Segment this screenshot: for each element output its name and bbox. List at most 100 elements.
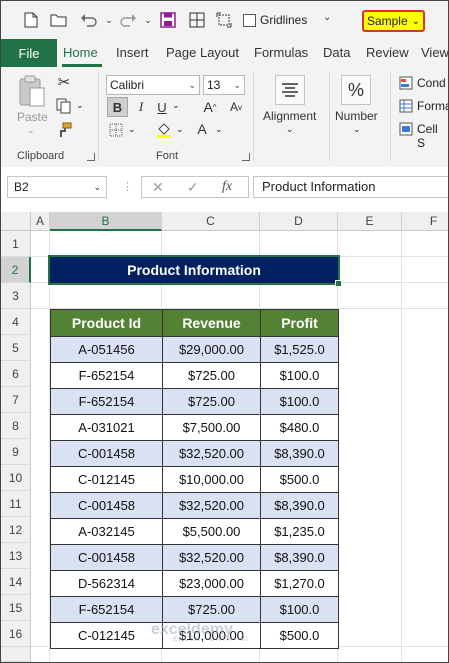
open-folder-icon[interactable] — [49, 10, 69, 30]
redo-dropdown-icon[interactable]: ⌄ — [138, 10, 158, 30]
italic-button[interactable]: I — [132, 97, 150, 117]
borders-icon[interactable] — [107, 121, 125, 139]
alignment-icon[interactable] — [275, 75, 305, 105]
profit-cell[interactable]: $500.0 — [260, 466, 339, 493]
cell-styles-label[interactable]: Cell S — [417, 122, 448, 150]
row-header-6[interactable]: 6 — [1, 361, 31, 387]
number-dropdown-icon[interactable]: ⌄ — [353, 124, 361, 135]
alignment-dropdown-icon[interactable]: ⌄ — [286, 124, 294, 135]
header-product-id[interactable]: Product Id — [50, 309, 163, 337]
tab-view[interactable]: View — [421, 45, 448, 60]
row-header-2[interactable]: 2 — [1, 257, 31, 283]
tab-insert[interactable]: Insert — [116, 45, 149, 60]
cell-styles-icon[interactable] — [398, 121, 414, 137]
row-header-16[interactable]: 16 — [1, 621, 31, 647]
tab-data[interactable]: Data — [323, 45, 350, 60]
revenue-cell[interactable]: $10,000.00 — [162, 466, 261, 493]
product-id-cell[interactable]: A-032145 — [50, 518, 163, 545]
product-id-cell[interactable]: F-652154 — [50, 596, 163, 623]
tab-home[interactable]: Home — [63, 45, 98, 60]
row-header-3[interactable]: 3 — [1, 283, 31, 309]
sample-button[interactable]: Sample ⌄ — [362, 10, 425, 32]
clipboard-launcher-icon[interactable] — [87, 153, 95, 161]
formula-bar-resize-icon[interactable]: ⋮ — [122, 180, 133, 193]
revenue-cell[interactable]: $725.00 — [162, 388, 261, 415]
profit-cell[interactable]: $100.0 — [260, 388, 339, 415]
font-launcher-icon[interactable] — [242, 153, 250, 161]
row-header-15[interactable]: 15 — [1, 595, 31, 621]
paste-label[interactable]: Paste — [17, 110, 48, 124]
profit-cell[interactable]: $8,390.0 — [260, 492, 339, 519]
row-header-7[interactable]: 7 — [1, 387, 31, 413]
revenue-cell[interactable]: $29,000.00 — [162, 336, 261, 363]
revenue-cell[interactable]: $23,000.00 — [162, 570, 261, 597]
profit-cell[interactable]: $480.0 — [260, 414, 339, 441]
row-header-12[interactable]: 12 — [1, 517, 31, 543]
formula-input[interactable]: Product Information — [253, 176, 448, 198]
underline-button[interactable]: U — [153, 97, 171, 117]
row-header-11[interactable]: 11 — [1, 491, 31, 517]
row-header-8[interactable]: 8 — [1, 413, 31, 439]
title-cell[interactable]: Product Information — [50, 257, 338, 283]
conditional-formatting-icon[interactable] — [398, 75, 414, 91]
row-header-13[interactable]: 13 — [1, 543, 31, 569]
revenue-cell[interactable]: $32,520.00 — [162, 492, 261, 519]
product-id-cell[interactable]: C-001458 — [50, 492, 163, 519]
cancel-icon[interactable]: ✕ — [152, 179, 164, 196]
profit-cell[interactable]: $8,390.0 — [260, 440, 339, 467]
font-color-icon[interactable]: A — [194, 119, 210, 139]
fill-color-icon[interactable] — [154, 121, 174, 139]
profit-cell[interactable]: $100.0 — [260, 596, 339, 623]
revenue-cell[interactable]: $725.00 — [162, 362, 261, 389]
product-id-cell[interactable]: A-031021 — [50, 414, 163, 441]
tab-formulas[interactable]: Formulas — [254, 45, 308, 60]
profit-cell[interactable]: $1,235.0 — [260, 518, 339, 545]
conditional-formatting-label[interactable]: Cond — [417, 76, 446, 90]
tab-page-layout[interactable]: Page Layout — [166, 45, 239, 60]
undo-icon[interactable] — [79, 10, 99, 30]
paste-dropdown-icon[interactable]: ⌄ — [27, 125, 35, 136]
tab-review[interactable]: Review — [366, 45, 409, 60]
paste-icon[interactable] — [15, 73, 49, 109]
column-header-f[interactable]: F — [402, 212, 448, 231]
borders-dropdown-icon[interactable]: ⌄ — [128, 124, 136, 135]
new-file-icon[interactable] — [21, 10, 41, 30]
undo-dropdown-icon[interactable]: ⌄ — [99, 10, 119, 30]
row-header-14[interactable]: 14 — [1, 569, 31, 595]
redo-icon[interactable] — [118, 10, 138, 30]
revenue-cell[interactable]: $5,500.00 — [162, 518, 261, 545]
tab-file[interactable]: File — [1, 39, 57, 67]
product-id-cell[interactable]: C-012145 — [50, 622, 163, 649]
grow-font-button[interactable]: A ^ — [201, 97, 219, 117]
cut-icon[interactable]: ✂ — [55, 73, 73, 91]
font-color-dropdown-icon[interactable]: ⌄ — [215, 124, 223, 135]
row-header-17[interactable] — [1, 647, 31, 662]
bold-button[interactable]: B — [107, 97, 128, 117]
save-icon[interactable] — [158, 10, 178, 30]
column-header-c[interactable]: C — [162, 212, 260, 231]
fill-color-dropdown-icon[interactable]: ⌄ — [176, 124, 184, 135]
alignment-label[interactable]: Alignment — [263, 109, 316, 123]
column-header-e[interactable]: E — [338, 212, 402, 231]
column-header-a[interactable]: A — [31, 212, 50, 231]
customize-qat-dropdown[interactable]: ⌄ — [323, 12, 331, 23]
row-header-9[interactable]: 9 — [1, 439, 31, 465]
header-profit[interactable]: Profit — [260, 309, 339, 337]
profit-cell[interactable]: $100.0 — [260, 362, 339, 389]
font-name-combo[interactable]: Calibri ⌄ — [106, 75, 200, 95]
revenue-cell[interactable]: $32,520.00 — [162, 440, 261, 467]
select-all-corner[interactable] — [1, 212, 31, 231]
underline-dropdown-icon[interactable]: ⌄ — [172, 100, 180, 111]
fill-handle[interactable] — [335, 280, 342, 287]
revenue-cell[interactable]: $7,500.00 — [162, 414, 261, 441]
profit-cell[interactable]: $500.0 — [260, 622, 339, 649]
revenue-cell[interactable]: $32,520.00 — [162, 544, 261, 571]
insert-function-icon[interactable]: fx — [222, 179, 232, 195]
copy-dropdown-icon[interactable]: ⌄ — [76, 100, 84, 111]
row-header-5[interactable]: 5 — [1, 335, 31, 361]
header-revenue[interactable]: Revenue — [162, 309, 261, 337]
product-id-cell[interactable]: F-652154 — [50, 388, 163, 415]
gridlines-checkbox[interactable] — [243, 14, 256, 27]
borders-icon[interactable] — [187, 10, 207, 30]
row-header-4[interactable]: 4 — [1, 309, 31, 335]
